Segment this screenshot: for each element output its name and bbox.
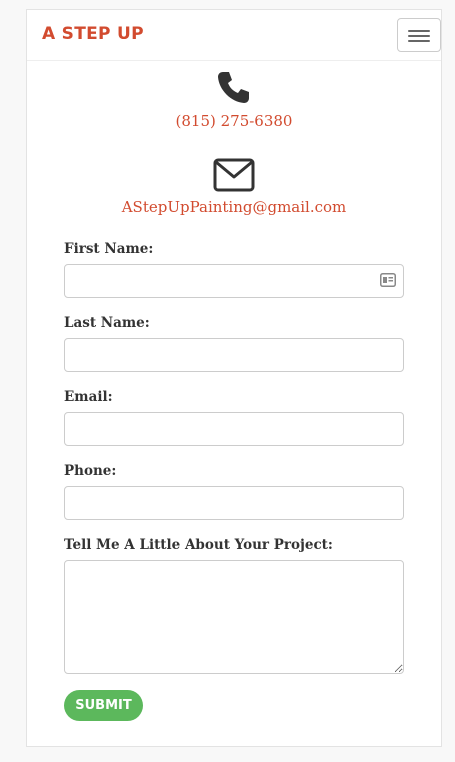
first-name-label: First Name: [64, 241, 154, 257]
menu-toggle-button[interactable] [397, 18, 441, 52]
project-textarea[interactable] [64, 560, 404, 674]
last-name-label: Last Name: [64, 315, 150, 331]
hamburger-menu-icon-bar [408, 35, 430, 37]
envelope-icon [213, 158, 255, 192]
email-field[interactable] [64, 412, 404, 446]
submit-button[interactable]: SUBMIT [64, 690, 143, 721]
contact-card-icon[interactable] [380, 273, 396, 287]
page-card: A STEP UP (815) 275-6380 AStepUpPainting… [26, 9, 442, 747]
hamburger-menu-icon [408, 30, 430, 32]
last-name-field[interactable] [64, 338, 404, 372]
project-label: Tell Me A Little About Your Project: [64, 537, 333, 553]
email-link[interactable]: AStepUpPainting@gmail.com [27, 198, 441, 216]
hamburger-menu-icon-bar [408, 40, 430, 42]
navbar: A STEP UP [27, 10, 441, 61]
phone-label: Phone: [64, 463, 117, 479]
brand-link[interactable]: A STEP UP [42, 24, 144, 44]
first-name-field[interactable] [64, 264, 404, 298]
phone-link[interactable]: (815) 275-6380 [27, 112, 441, 130]
phone-icon [218, 72, 249, 103]
phone-field[interactable] [64, 486, 404, 520]
email-label: Email: [64, 389, 113, 405]
